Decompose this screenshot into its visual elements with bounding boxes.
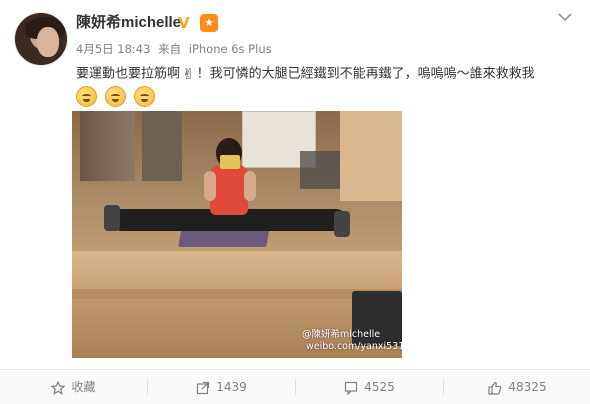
photo-arm	[204, 171, 216, 201]
photo-shoe	[104, 205, 120, 231]
like-count: 48325	[508, 380, 547, 394]
photo-arm	[244, 171, 256, 201]
favorite-label: 收藏	[71, 380, 96, 394]
watermark-line1: @陳妍希michelle	[302, 329, 381, 340]
post-text: 要運動也要拉筋啊 ✌ ！我可憐的大腿已經鐵到不能再鐵了，嗚嗚嗚～誰來救救我	[76, 63, 535, 86]
comment-count: 4525	[364, 380, 395, 394]
post-source[interactable]: iPhone 6s Plus	[189, 42, 272, 56]
like-button[interactable]: 48325	[444, 370, 590, 404]
avatar[interactable]	[14, 12, 68, 66]
comment-button[interactable]: 4525	[296, 370, 443, 404]
victory-hand-emoji: ✌	[182, 65, 195, 83]
post-photo[interactable]: @陳妍希michelle weibo.com/yanxi531	[72, 111, 402, 358]
post-meta: 4月5日 18:43 来自 iPhone 6s Plus	[76, 41, 276, 57]
star-icon	[51, 380, 66, 395]
watermark-line2: weibo.com/yanxi531	[306, 341, 402, 352]
repost-icon	[197, 381, 210, 394]
photo-window	[142, 111, 182, 181]
favorite-button[interactable]: 收藏	[0, 370, 147, 404]
repost-count: 1439	[216, 380, 247, 394]
photo-window	[80, 111, 135, 181]
comment-icon	[345, 381, 358, 395]
emoji-row	[76, 86, 158, 108]
source-prefix: 来自	[158, 42, 182, 56]
photo-shoe	[334, 211, 350, 237]
post-date[interactable]: 4月5日 18:43	[76, 42, 150, 56]
post-text-part2: ！我可憐的大腿已經鐵到不能再鐵了，嗚嗚嗚～誰來救救我	[196, 66, 535, 82]
photo-floor	[72, 251, 402, 291]
post-text-part1: 要運動也要拉筋啊	[76, 66, 181, 82]
medal-icon[interactable]: ★	[200, 14, 218, 32]
sad-face-emoji	[105, 86, 127, 107]
chevron-down-icon[interactable]	[556, 10, 574, 24]
photo-wood-wall	[340, 111, 402, 201]
photo-watermark: @陳妍希michelle weibo.com/yanxi531	[302, 329, 402, 353]
sad-face-emoji	[76, 86, 97, 107]
action-bar: 收藏 1439 4525 48325	[0, 369, 590, 404]
thumbs-up-icon	[488, 381, 502, 395]
repost-button[interactable]: 1439	[148, 370, 295, 404]
sad-face-emoji	[134, 86, 156, 107]
avatar-face	[37, 27, 59, 57]
photo-phone	[220, 155, 240, 169]
author-name[interactable]: 陳妍希michelle	[76, 13, 181, 33]
verified-icon[interactable]: V	[178, 15, 194, 31]
